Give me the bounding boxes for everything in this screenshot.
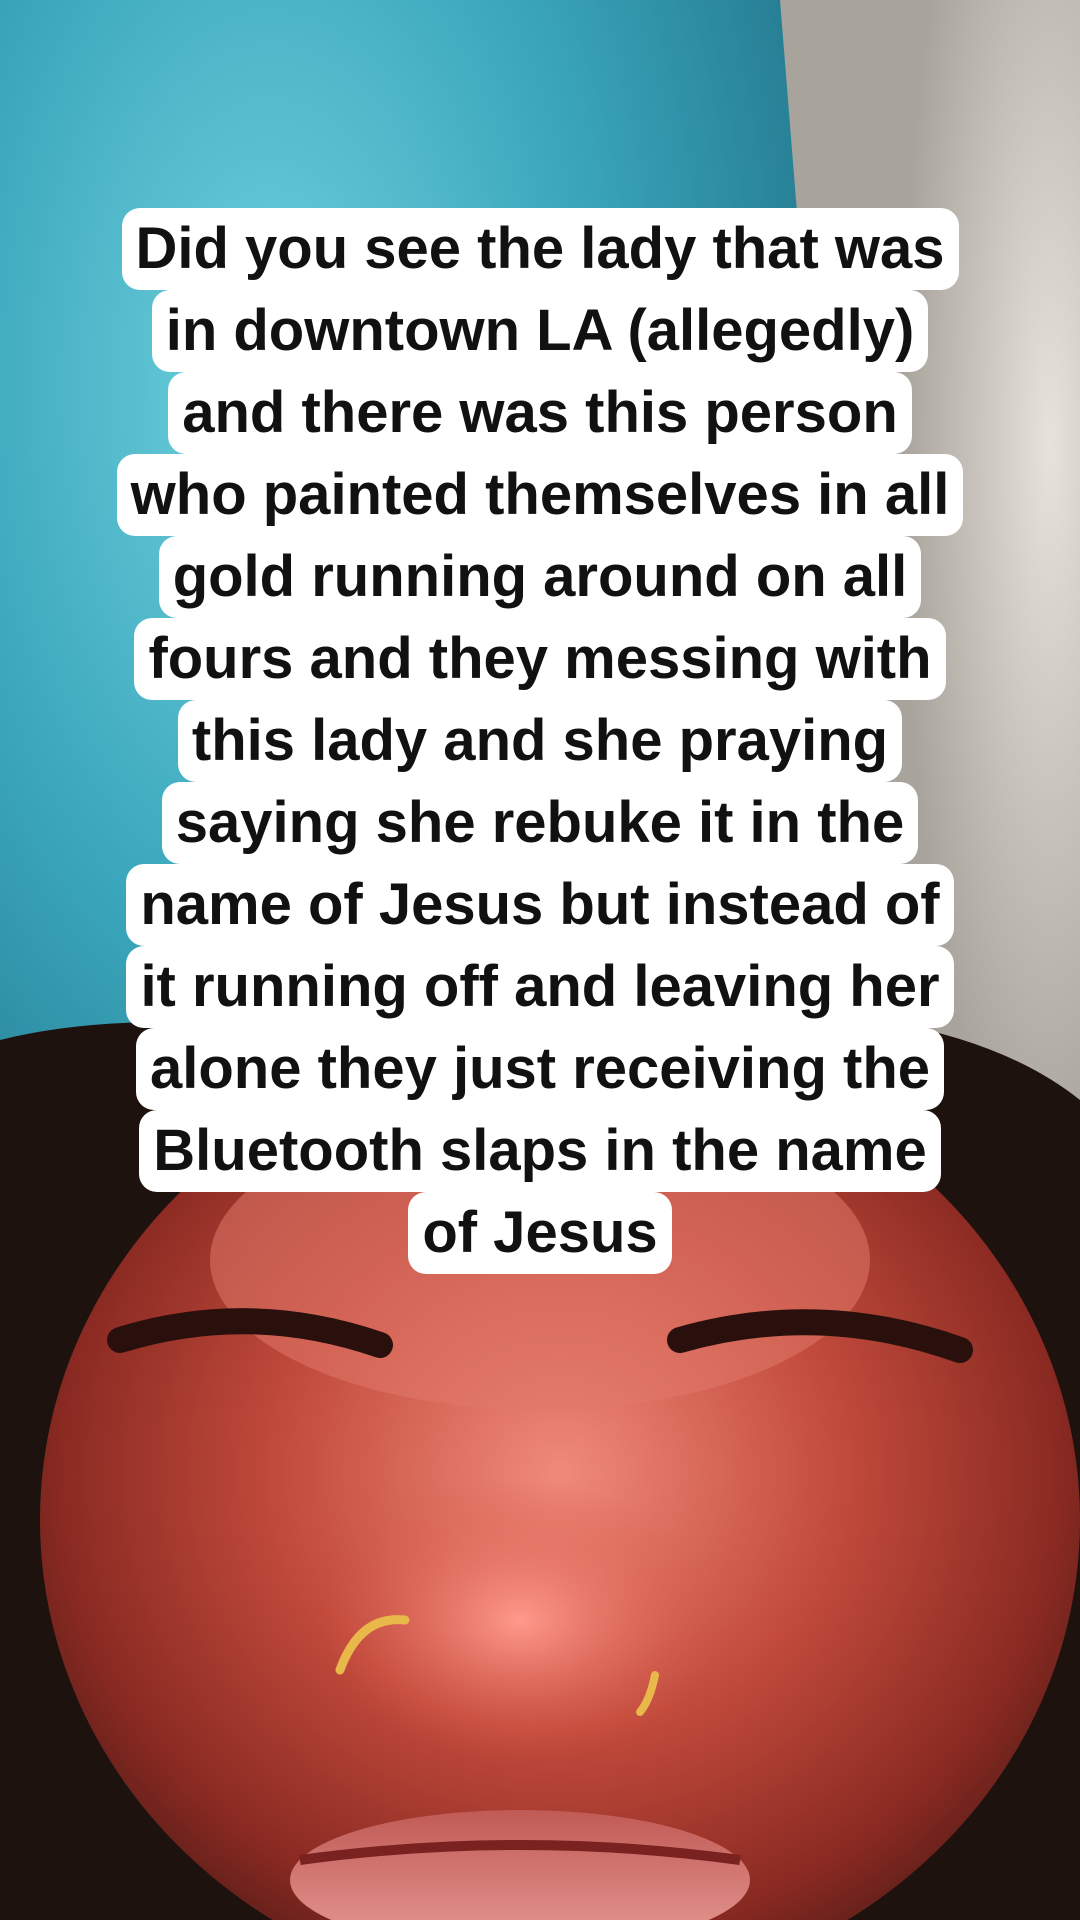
caption-line: it running off and leaving her: [126, 946, 954, 1028]
caption-line: Did you see the lady that was: [121, 208, 959, 290]
caption: Did you see the lady that was in downtow…: [50, 208, 1030, 1274]
caption-line: in downtown LA (allegedly): [151, 290, 929, 372]
caption-line: of Jesus: [408, 1192, 672, 1274]
caption-line: this lady and she praying: [177, 700, 903, 782]
video-frame: Did you see the lady that was in downtow…: [0, 0, 1080, 1920]
caption-line: Bluetooth slaps in the name: [139, 1110, 941, 1192]
caption-line: saying she rebuke it in the: [161, 782, 919, 864]
caption-line: name of Jesus but instead of: [126, 864, 954, 946]
caption-line: and there was this person: [168, 372, 912, 454]
caption-line: alone they just receiving the: [136, 1028, 944, 1110]
caption-line: fours and they messing with: [134, 618, 946, 700]
caption-line: gold running around on all: [158, 536, 922, 618]
caption-line: who painted themselves in all: [116, 454, 964, 536]
